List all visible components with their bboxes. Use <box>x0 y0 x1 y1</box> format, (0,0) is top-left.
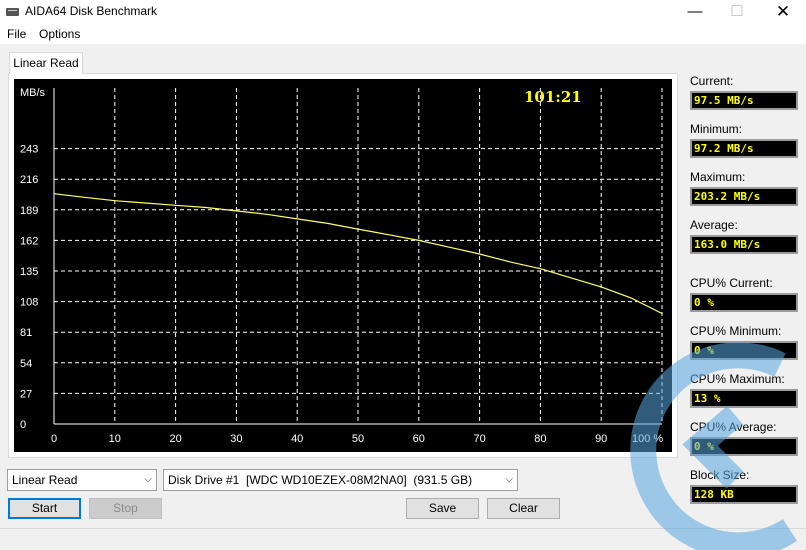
elapsed-timer: 101:21 <box>524 88 582 106</box>
y-tick-label: 243 <box>20 144 38 156</box>
current-value: 97.5 MB/s <box>690 91 798 110</box>
x-tick-label: 60 <box>413 433 425 445</box>
block-size-value: 128 KB <box>690 485 798 504</box>
disk-icon <box>6 8 19 16</box>
maximum-label: Maximum: <box>690 170 746 184</box>
menu-options[interactable]: Options <box>39 27 80 41</box>
current-label: Current: <box>690 74 734 88</box>
maximum-value: 203.2 MB/s <box>690 187 798 206</box>
drive-select[interactable]: Disk Drive #1 [WDC WD10EZEX-08M2NA0] (93… <box>163 469 518 491</box>
minimum-value: 97.2 MB/s <box>690 139 798 158</box>
y-tick-label: 162 <box>20 235 38 247</box>
chevron-down-icon: ⌵ <box>505 474 513 485</box>
maximize-button[interactable]: ☐ <box>714 0 760 24</box>
y-tick-label: 216 <box>20 174 38 186</box>
x-tick-label: 30 <box>230 433 242 445</box>
drive-value: Disk Drive #1 [WDC WD10EZEX-08M2NA0] (93… <box>168 473 473 487</box>
clear-button[interactable]: Clear <box>487 498 560 519</box>
average-value: 163.0 MB/s <box>690 235 798 254</box>
test-type-value: Linear Read <box>12 473 78 487</box>
cpu-current-value: 0 % <box>690 293 798 312</box>
save-button[interactable]: Save <box>406 498 479 519</box>
status-bar <box>0 528 806 550</box>
series-line <box>53 193 663 315</box>
y-tick-label: 81 <box>20 327 32 339</box>
menu-file[interactable]: File <box>7 27 26 41</box>
y-tick-label: 135 <box>20 266 38 278</box>
minimize-button[interactable]: — <box>672 0 718 24</box>
start-button[interactable]: Start <box>8 498 81 519</box>
x-tick-label: 90 <box>595 433 607 445</box>
y-tick-label: 27 <box>20 388 32 400</box>
chevron-down-icon: ⌵ <box>144 474 152 485</box>
x-tick-label: 100 % <box>632 433 663 445</box>
y-axis-label: MB/s <box>20 87 46 99</box>
menu-bar: File Options <box>0 25 806 44</box>
x-tick-label: 20 <box>169 433 181 445</box>
x-tick-label: 70 <box>473 433 485 445</box>
cpu-average-value: 0 % <box>690 437 798 456</box>
y-tick-label: 108 <box>20 297 38 309</box>
test-type-select[interactable]: Linear Read ⌵ <box>7 469 157 491</box>
x-tick-label: 40 <box>291 433 303 445</box>
x-tick-label: 80 <box>534 433 546 445</box>
block-size-label: Block Size: <box>690 468 750 482</box>
window-title: AIDA64 Disk Benchmark <box>25 4 158 18</box>
y-tick-label: 189 <box>20 205 38 217</box>
stop-button[interactable]: Stop <box>89 498 162 519</box>
title-bar: AIDA64 Disk Benchmark — ☐ ✕ <box>0 0 806 24</box>
cpu-maximum-label: CPU% Maximum: <box>690 372 785 386</box>
cpu-minimum-label: CPU% Minimum: <box>690 324 782 338</box>
average-label: Average: <box>690 218 738 232</box>
cpu-current-label: CPU% Current: <box>690 276 773 290</box>
tab-linear-read[interactable]: Linear Read <box>9 52 83 74</box>
close-button[interactable]: ✕ <box>760 0 806 24</box>
minimum-label: Minimum: <box>690 122 743 136</box>
y-tick-label: 54 <box>20 358 32 370</box>
cpu-minimum-value: 0 % <box>690 341 798 360</box>
chart-svg: MB/s 243 216 189 162 135 108 81 54 27 0 0 10 20 30 40 50… <box>20 87 663 445</box>
x-tick-label: 50 <box>352 433 364 445</box>
x-tick-label: 10 <box>109 433 121 445</box>
y-tick-label: 0 <box>20 419 26 431</box>
cpu-maximum-value: 13 % <box>690 389 798 408</box>
x-tick-label: 0 <box>51 433 57 445</box>
benchmark-chart: MB/s 243 216 189 162 135 108 81 54 27 0 0 10 20 30 40 50… <box>14 79 672 452</box>
cpu-average-label: CPU% Average: <box>690 420 777 434</box>
